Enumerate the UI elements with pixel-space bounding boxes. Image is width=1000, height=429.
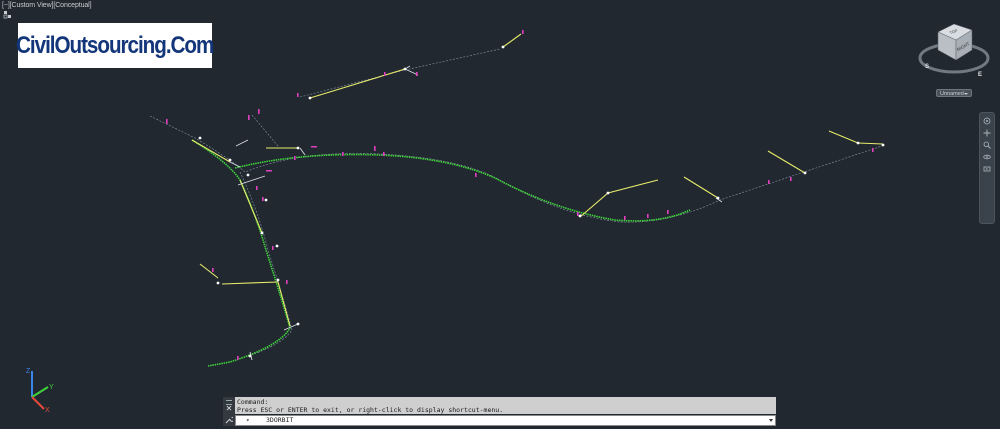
node (296, 146, 300, 150)
command-history-line: Press ESC or ENTER to exit, or right-cli… (237, 406, 504, 414)
node (216, 281, 220, 285)
marker (286, 280, 288, 284)
marker (248, 115, 250, 120)
node (198, 136, 202, 140)
upper-link-line (251, 114, 279, 147)
marker (272, 246, 274, 250)
marker (266, 170, 272, 172)
node (716, 196, 720, 200)
marker (342, 152, 344, 156)
node (403, 67, 407, 71)
marker (768, 180, 770, 184)
marker (475, 173, 477, 177)
marker (790, 177, 792, 181)
green-alignment (191, 139, 691, 367)
command-line-window: ✕ Command: Press ESC or ENTER to exit, o… (223, 397, 776, 426)
profile-line-5 (767, 150, 806, 174)
close-icon[interactable]: ✕ (225, 405, 233, 413)
marker (374, 146, 376, 151)
orbit-icon[interactable] (983, 153, 991, 161)
node (264, 198, 268, 202)
profile-line-2 (221, 281, 279, 285)
node (276, 278, 280, 282)
node (578, 214, 582, 218)
marker (311, 146, 317, 148)
marker (297, 93, 299, 97)
node (308, 96, 312, 100)
zoom-icon[interactable] (983, 141, 991, 149)
marker (237, 356, 239, 360)
marker (522, 30, 524, 34)
command-history-line: Command: (237, 398, 269, 406)
node (228, 158, 232, 162)
ucs-icon: Z Y X (26, 368, 54, 413)
compass-south-label: S (925, 64, 929, 70)
node (881, 143, 885, 147)
model-space-canvas[interactable] (0, 0, 1000, 429)
white-segments (229, 65, 723, 361)
marker (294, 156, 296, 160)
navigation-bar (979, 112, 995, 224)
ucs-y-label: Y (49, 384, 54, 391)
marker (383, 152, 385, 156)
full-navigation-wheel-icon[interactable] (983, 117, 991, 125)
profile-line-6 (828, 130, 884, 145)
main-green-curve (234, 153, 691, 222)
compass-east-label: E (978, 72, 982, 78)
marker (262, 197, 264, 201)
marker (647, 214, 649, 218)
marker (577, 212, 579, 216)
marker (416, 72, 418, 76)
node (803, 171, 807, 175)
node (246, 173, 250, 177)
marker (256, 186, 258, 190)
node (856, 141, 860, 145)
branch-green-curve (191, 139, 291, 367)
marker (212, 268, 214, 272)
node-points (198, 45, 885, 358)
profile-line-3 (579, 179, 659, 218)
node (248, 354, 252, 358)
marker (872, 148, 874, 152)
ucs-z-label: Z (26, 368, 31, 375)
viewcube[interactable]: TOP RIGHT S E (916, 18, 992, 78)
command-line-handle[interactable]: ✕ (223, 397, 235, 426)
marker (258, 109, 260, 114)
profile-line-8 (239, 179, 263, 234)
wrench-icon[interactable] (225, 416, 233, 424)
profile-line-7 (191, 139, 231, 163)
ucs-x-label: X (45, 407, 50, 413)
profile-line-1 (309, 68, 406, 99)
marker (166, 119, 168, 124)
magenta-markers (166, 30, 874, 360)
showmotion-icon[interactable] (983, 165, 991, 173)
profile-line-11 (502, 33, 522, 48)
command-history: Command: Press ESC or ENTER to exit, or … (235, 397, 776, 414)
prompt-chevron-icon[interactable]: ▾ (236, 416, 258, 425)
marker (624, 216, 626, 220)
node (260, 231, 264, 235)
marker (384, 72, 386, 76)
pan-icon[interactable] (983, 129, 991, 137)
node (296, 322, 300, 326)
marker (667, 210, 669, 214)
named-view-dropdown[interactable]: Unnamed (936, 89, 972, 97)
current-command-text: 3DORBIT (266, 416, 294, 424)
command-history-dropdown-icon[interactable] (769, 419, 773, 422)
node (606, 191, 610, 195)
thin-alignment-lines (149, 48, 886, 357)
top-thin-line (299, 48, 501, 98)
main-thin-curve (149, 115, 886, 223)
command-input[interactable]: ▾ 3DORBIT (235, 415, 776, 426)
profile-line-9 (199, 263, 219, 279)
profile-line-10 (277, 281, 291, 327)
node (275, 244, 279, 248)
node (501, 45, 505, 49)
profile-line-4 (683, 176, 719, 199)
